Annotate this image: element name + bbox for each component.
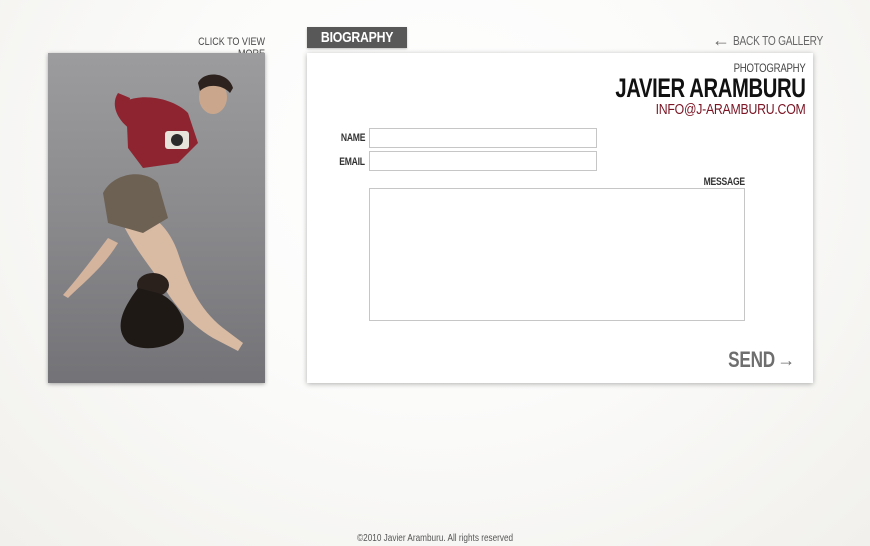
email-label: EMAIL	[339, 156, 365, 168]
message-label: MESSAGE	[703, 176, 746, 188]
name-field[interactable]	[369, 128, 597, 148]
tab-biography[interactable]: BIOGRAPHY	[307, 27, 407, 48]
contact-panel: PHOTOGRAPHY JAVIER ARAMBURU INFO@J-ARAMB…	[307, 53, 813, 383]
gallery-photo[interactable]	[48, 53, 265, 383]
photo-illustration	[48, 53, 265, 383]
message-field[interactable]	[369, 188, 745, 321]
email-field[interactable]	[369, 151, 597, 171]
back-to-gallery-label: BACK TO GALLERY	[732, 32, 823, 48]
send-label: SEND	[728, 347, 776, 372]
name-label: NAME	[340, 132, 366, 144]
send-button[interactable]: SEND →	[715, 347, 796, 373]
footer: ©2010 Javier Aramburu. All rights reserv…	[0, 533, 870, 544]
arrow-left-icon: ←	[712, 30, 730, 50]
brand-name: JAVIER ARAMBURU	[615, 73, 807, 103]
brand-block: PHOTOGRAPHY JAVIER ARAMBURU INFO@J-ARAMB…	[552, 61, 807, 118]
tab-biography-label: BIOGRAPHY	[320, 29, 394, 46]
brand-email-link[interactable]: INFO@J-ARAMBURU.COM	[598, 101, 806, 118]
back-to-gallery-link[interactable]: ← BACK TO GALLERY	[712, 30, 823, 50]
copyright-text: ©2010 Javier Aramburu. All rights reserv…	[356, 533, 513, 544]
arrow-right-icon: →	[777, 349, 795, 370]
